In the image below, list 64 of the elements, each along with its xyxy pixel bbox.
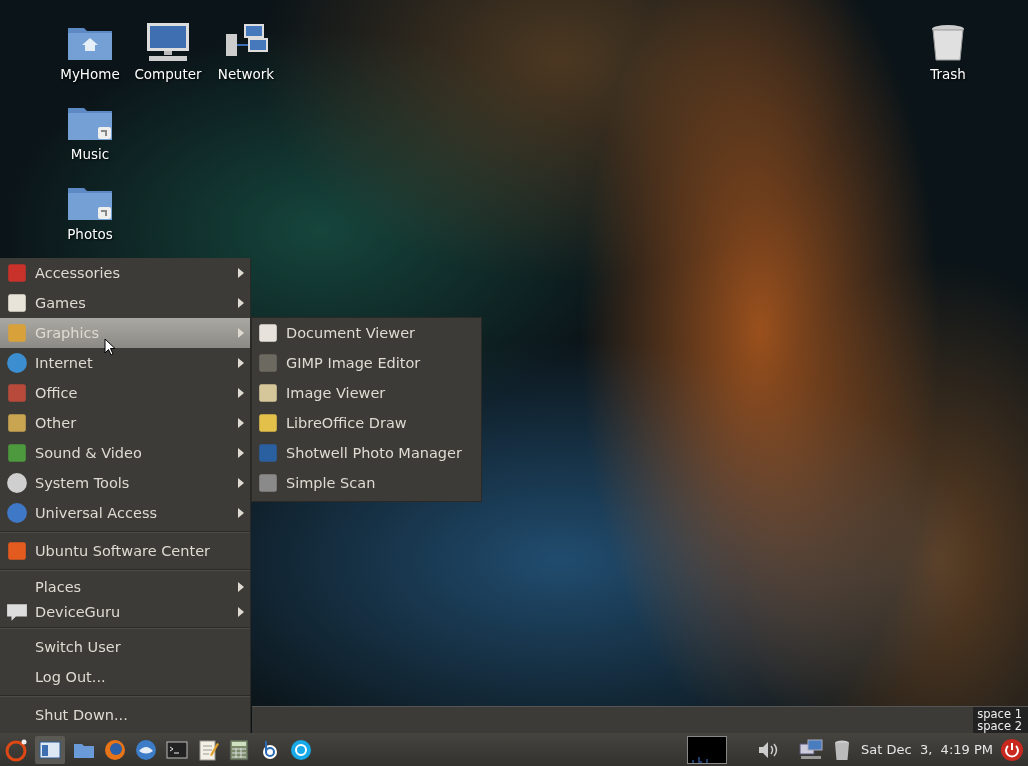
system-monitor-graph[interactable] (687, 735, 728, 764)
menu-item[interactable]: DeviceGuru (0, 599, 250, 624)
menu-item[interactable]: Universal Access (0, 498, 250, 528)
desktop-icon-label[interactable]: MyHome (60, 66, 120, 82)
category-icon (6, 502, 28, 524)
menu-item[interactable]: Accessories (0, 258, 250, 288)
category-icon (6, 472, 28, 494)
application-icon (257, 322, 279, 344)
desktop-icon-label[interactable]: Computer (134, 66, 202, 82)
calculator-icon[interactable] (227, 737, 251, 762)
application-icon (257, 442, 279, 464)
menu-item[interactable]: Internet (0, 348, 250, 378)
application-icon (257, 352, 279, 374)
circle-logo-icon[interactable] (4, 737, 28, 762)
workspace-label[interactable]: space 2 (977, 720, 1022, 732)
desktop-icon-label[interactable]: Music (70, 146, 110, 162)
menu-item[interactable]: Games (0, 288, 250, 318)
desktop-icon-label[interactable]: Trash (930, 66, 966, 82)
desktop-icon-label[interactable]: Photos (67, 226, 113, 242)
submenu-arrow-icon (238, 448, 244, 458)
submenu-arrow-icon (238, 508, 244, 518)
submenu-arrow-icon (238, 388, 244, 398)
power-icon[interactable] (1000, 737, 1024, 762)
menu-item[interactable]: GIMP Image Editor (252, 348, 481, 378)
category-icon (6, 412, 28, 434)
submenu-arrow-icon (238, 606, 244, 617)
menu-item[interactable]: Shotwell Photo Manager (252, 438, 481, 468)
submenu-arrow-icon (238, 298, 244, 308)
menu-item[interactable]: Log Out... (0, 662, 250, 692)
notepad-pencil-icon[interactable] (196, 737, 220, 762)
menu-item[interactable]: Places (0, 574, 250, 599)
application-icon (257, 382, 279, 404)
category-icon (6, 292, 28, 314)
menu-item[interactable]: Ubuntu Software Center (0, 536, 250, 566)
submenu-arrow-icon (238, 268, 244, 278)
computer-icon[interactable] (144, 22, 192, 62)
menu-item[interactable]: Other (0, 408, 250, 438)
category-icon (6, 352, 28, 374)
submenu-arrow-icon (238, 418, 244, 428)
menu-item[interactable]: System Tools (0, 468, 250, 498)
desktop-icon-label[interactable]: Network (217, 66, 275, 82)
menu-item[interactable]: Sound & Video (0, 438, 250, 468)
category-icon (6, 382, 28, 404)
menu-item[interactable]: Switch User (0, 632, 250, 662)
submenu-arrow-icon (238, 581, 244, 592)
menu-item[interactable]: Document Viewer (252, 318, 481, 348)
menu-item[interactable]: Simple Scan (252, 468, 481, 498)
category-icon (6, 322, 28, 344)
category-icon (6, 442, 28, 464)
submenu-arrow-icon (238, 478, 244, 488)
clock[interactable]: Sat Dec 3, 4:19 PM (861, 742, 993, 757)
submenu-arrow-icon (238, 328, 244, 338)
network-computers-icon[interactable] (799, 737, 824, 762)
application-icon (257, 472, 279, 494)
workspace-label[interactable]: space 1 (977, 708, 1022, 720)
menu-item[interactable]: Image Viewer (252, 378, 481, 408)
category-icon (6, 540, 28, 562)
menu-item[interactable]: Shut Down... (0, 700, 250, 730)
mouse-pointer-icon (104, 338, 116, 356)
menu-item[interactable]: LibreOffice Draw (252, 408, 481, 438)
category-icon (6, 262, 28, 284)
menu-item[interactable]: Office (0, 378, 250, 408)
application-icon (257, 412, 279, 434)
submenu-arrow-icon (238, 358, 244, 368)
